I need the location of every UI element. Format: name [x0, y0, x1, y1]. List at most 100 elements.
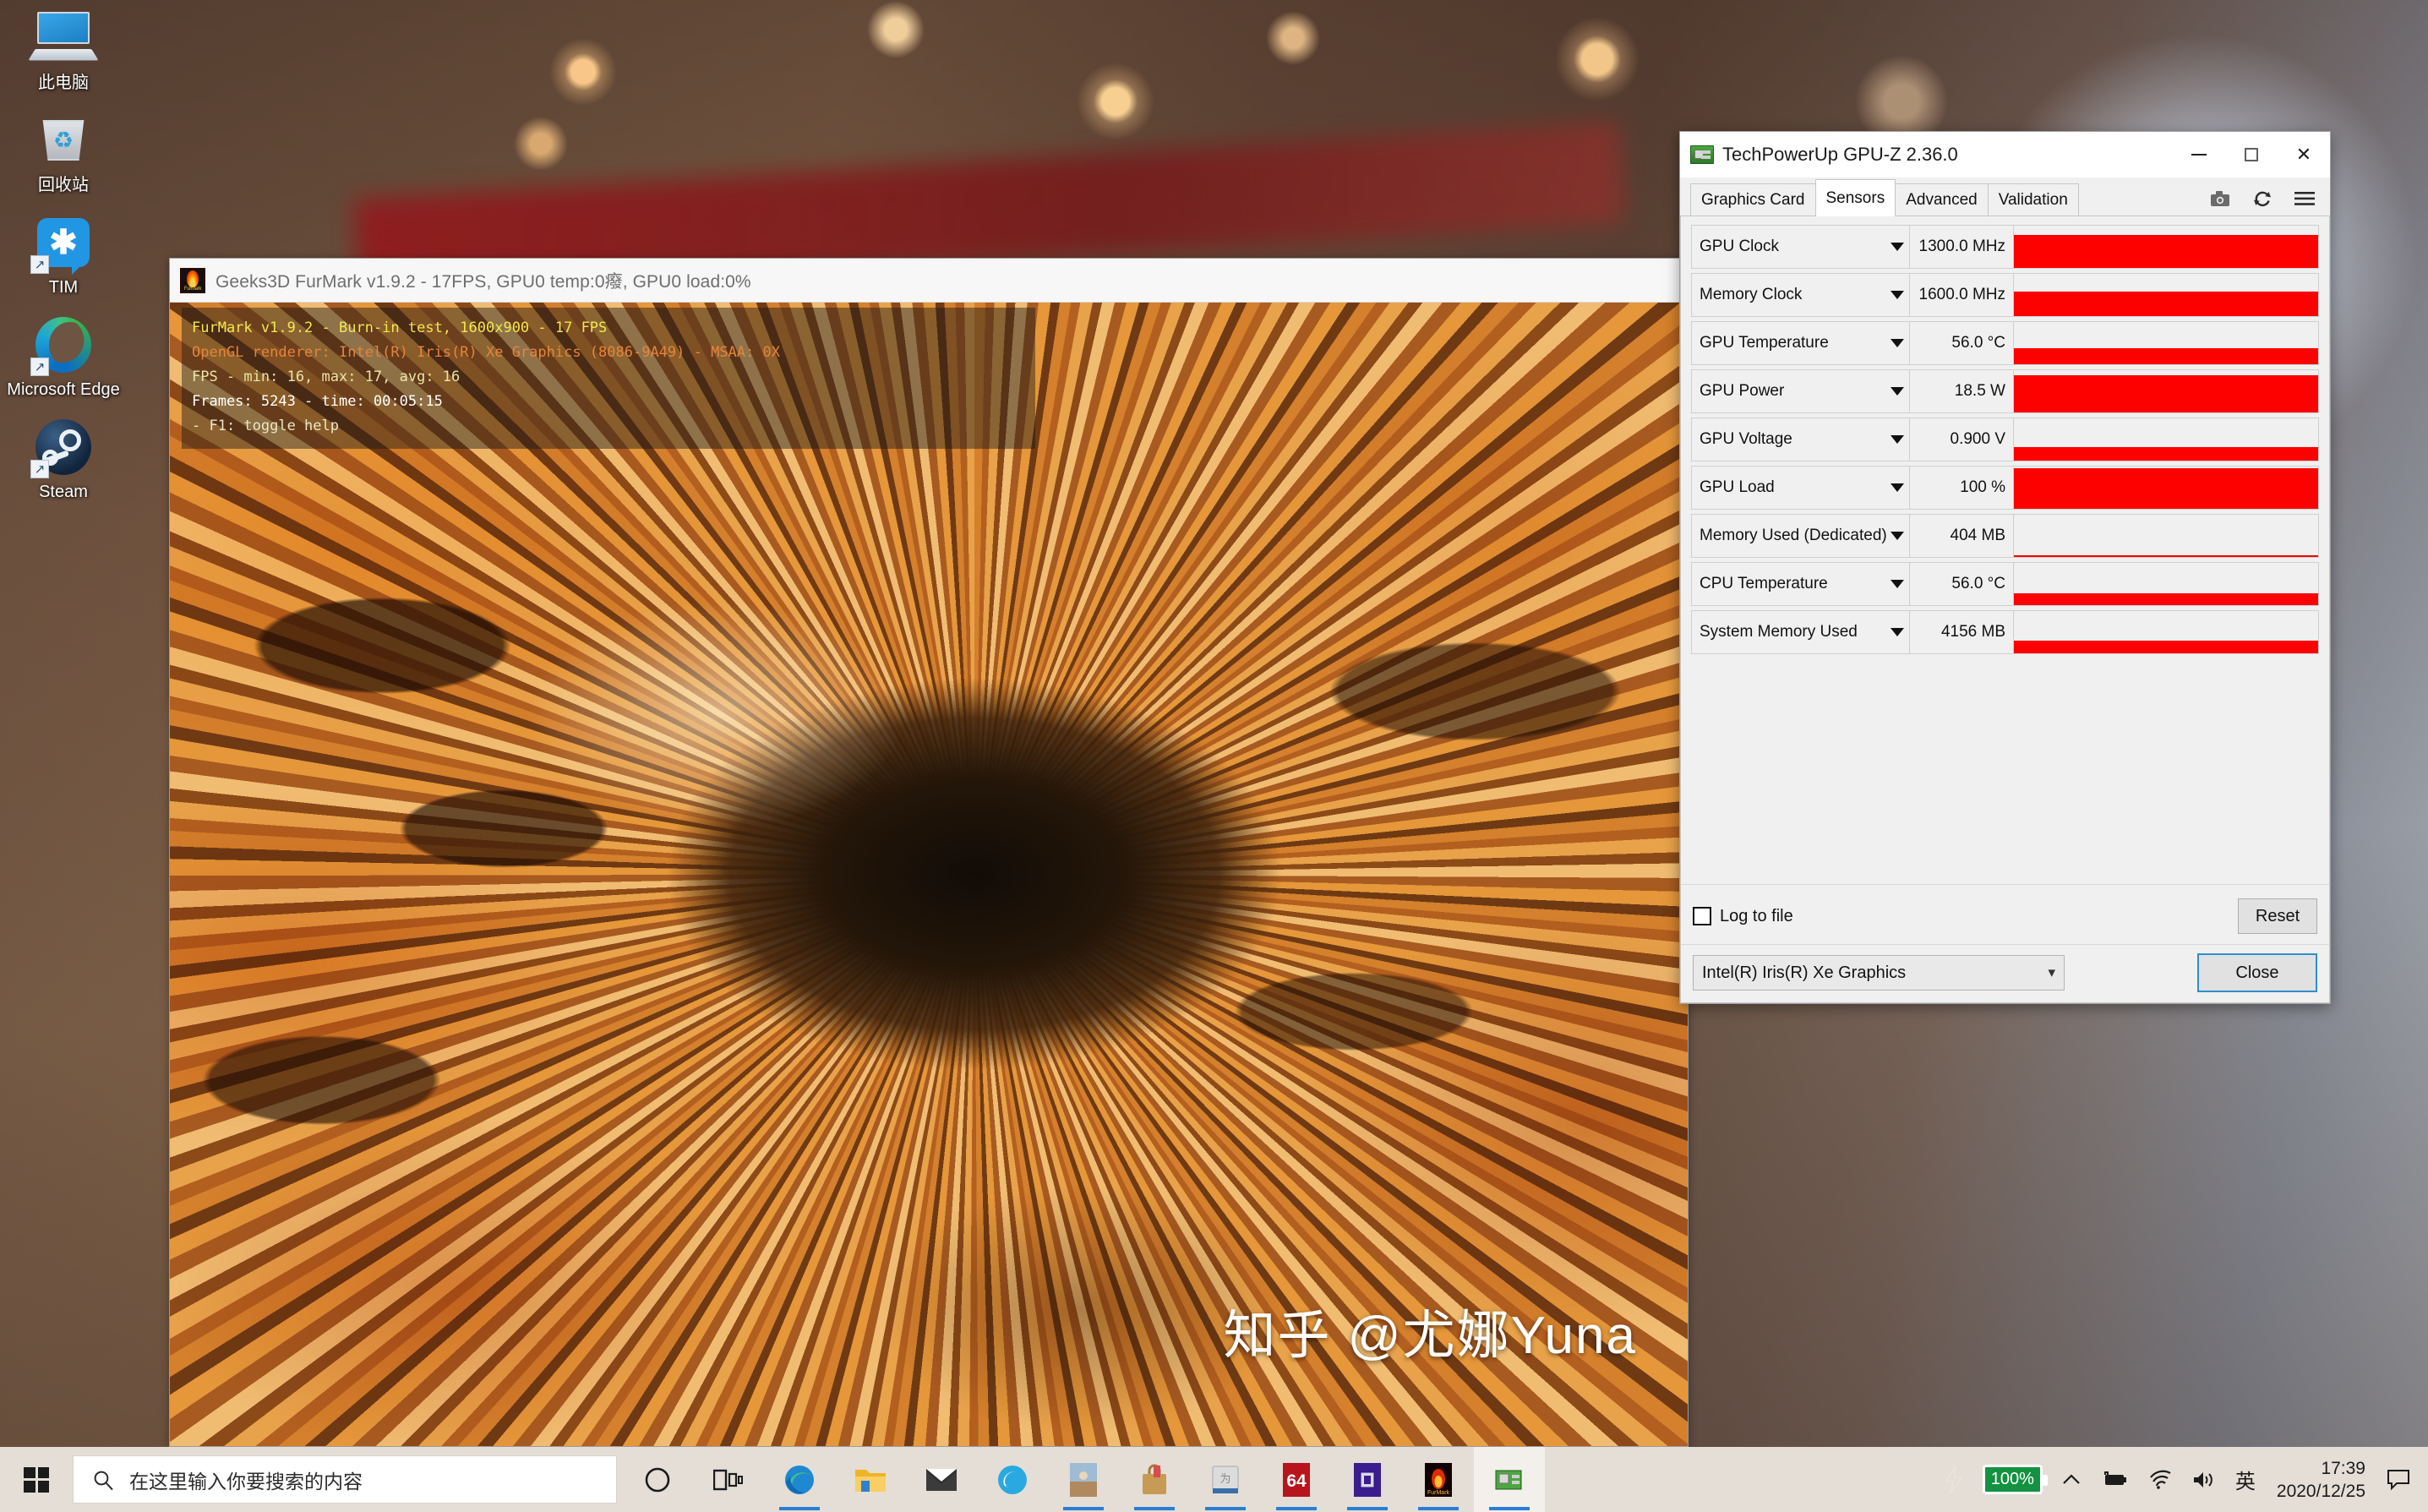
desktop-icon-microsoft-edge[interactable]: ↗ Microsoft Edge: [4, 314, 123, 401]
search-input[interactable]: 在这里输入你要搜索的内容: [73, 1455, 617, 1504]
checkbox-box[interactable]: [1693, 907, 1711, 925]
furmark-titlebar[interactable]: FurMark Geeks3D FurMark v1.9.2 - 17FPS, …: [170, 259, 1688, 303]
log-to-file-checkbox[interactable]: Log to file: [1693, 907, 1793, 926]
running-indicator: [1276, 1507, 1317, 1510]
sensor-row[interactable]: GPU Load 100 %: [1691, 466, 2319, 510]
camera-icon[interactable]: [2210, 188, 2230, 209]
sensor-graph[interactable]: [2014, 514, 2319, 558]
gpuz-toolbar: [2210, 188, 2320, 216]
sensor-row[interactable]: System Memory Used 4156 MB: [1691, 610, 2319, 654]
sensor-row[interactable]: GPU Temperature 56.0 °C: [1691, 321, 2319, 365]
taskbar-item-chip-tool[interactable]: [1332, 1447, 1403, 1512]
desktop-icon-tim[interactable]: ✱ ↗ TIM: [4, 211, 123, 298]
taskbar-item-task-view[interactable]: [693, 1447, 764, 1512]
sensor-name-dropdown[interactable]: CPU Temperature: [1691, 562, 1910, 606]
furmark-render-canvas[interactable]: FurMark v1.9.2 - Burn-in test, 1600x900 …: [170, 303, 1688, 1446]
clock[interactable]: 17:39 2020/12/25: [2265, 1457, 2377, 1503]
desktop-icon-steam[interactable]: ↗ Steam: [4, 416, 123, 503]
sensor-name: GPU Load: [1700, 478, 1775, 496]
furmark-stats-overlay: FurMark v1.9.2 - Burn-in test, 1600x900 …: [182, 308, 1035, 449]
wifi-icon[interactable]: [2138, 1470, 2182, 1490]
sensor-graph[interactable]: [2014, 418, 2319, 461]
sensor-value: 18.5 W: [1910, 369, 2014, 413]
tab-validation[interactable]: Validation: [1987, 183, 2079, 216]
furmark-overlay-line-3: FPS - min: 16, max: 17, avg: 16: [192, 368, 461, 385]
cortana-icon: [639, 1461, 676, 1498]
sensor-name-dropdown[interactable]: GPU Clock: [1691, 225, 1910, 269]
volume-icon[interactable]: [2182, 1470, 2226, 1490]
sensor-name-dropdown[interactable]: Memory Clock: [1691, 273, 1910, 317]
sensor-value: 0.900 V: [1910, 418, 2014, 461]
gpuz-app-icon: [1690, 145, 1714, 164]
taskbar-item-store-bag[interactable]: [1119, 1447, 1190, 1512]
tab-sensors[interactable]: Sensors: [1814, 179, 1896, 216]
sensor-row[interactable]: GPU Voltage 0.900 V: [1691, 418, 2319, 461]
sensor-name-dropdown[interactable]: GPU Power: [1691, 369, 1910, 413]
sensor-graph[interactable]: [2014, 610, 2319, 654]
sensor-name-dropdown[interactable]: GPU Load: [1691, 466, 1910, 510]
desktop-icon-recycle-bin[interactable]: ♻ 回收站: [4, 109, 123, 196]
sensor-row[interactable]: CPU Temperature 56.0 °C: [1691, 562, 2319, 606]
running-indicator: [1134, 1507, 1175, 1510]
taskbar-item-file-explorer[interactable]: [835, 1447, 906, 1512]
sensor-row[interactable]: GPU Power 18.5 W: [1691, 369, 2319, 413]
sensor-graph[interactable]: [2014, 225, 2319, 269]
furmark-overlay-line-2: OpenGL renderer: Intel(R) Iris(R) Xe Gra…: [192, 344, 780, 361]
refresh-icon[interactable]: [2252, 188, 2272, 209]
sensor-name-dropdown[interactable]: GPU Voltage: [1691, 418, 1910, 461]
taskbar-item-photos[interactable]: [1048, 1447, 1119, 1512]
taskbar-item-furmark[interactable]: FurMark: [1403, 1447, 1474, 1512]
sensor-name-dropdown[interactable]: GPU Temperature: [1691, 321, 1910, 365]
sensor-name: GPU Voltage: [1700, 430, 1792, 448]
close-button[interactable]: Close: [2197, 953, 2317, 992]
gpuz-titlebar[interactable]: TechPowerUp GPU-Z 2.36.0 ✕: [1680, 132, 2330, 177]
gpu-select-dropdown[interactable]: Intel(R) Iris(R) Xe Graphics ▾: [1693, 955, 2065, 991]
battery-percent-badge[interactable]: 100%: [1973, 1465, 2052, 1494]
minimize-button[interactable]: [2173, 132, 2225, 177]
taskbar-item-microsoft-edge[interactable]: [764, 1447, 835, 1512]
ime-indicator[interactable]: 英: [2226, 1465, 2265, 1494]
sensor-name-dropdown[interactable]: System Memory Used: [1691, 610, 1910, 654]
sensor-value: 1300.0 MHz: [1910, 225, 2014, 269]
notifications-icon[interactable]: [2377, 1469, 2420, 1491]
tab-graphics-card[interactable]: Graphics Card: [1690, 183, 1816, 216]
taskbar-item-cortana[interactable]: [622, 1447, 693, 1512]
taskbar-item-cpu-z[interactable]: 64: [1261, 1447, 1332, 1512]
close-window-button[interactable]: ✕: [2278, 132, 2330, 177]
sensor-row[interactable]: Memory Used (Dedicated) 404 MB: [1691, 514, 2319, 558]
show-hidden-icons-button[interactable]: [2052, 1473, 2091, 1487]
taskbar-item-gpu-z[interactable]: [1474, 1447, 1545, 1512]
gpuz-window[interactable]: TechPowerUp GPU-Z 2.36.0 ✕ Graphics Card…: [1679, 131, 2331, 1004]
tab-advanced[interactable]: Advanced: [1895, 183, 1989, 216]
taskbar-item-edge-legacy[interactable]: [977, 1447, 1048, 1512]
hamburger-menu-icon[interactable]: [2294, 188, 2315, 209]
desktop-icon-label: Microsoft Edge: [7, 380, 120, 399]
sensor-value: 100 %: [1910, 466, 2014, 510]
edge-legacy-icon: [994, 1461, 1031, 1498]
sensor-name-dropdown[interactable]: Memory Used (Dedicated): [1691, 514, 1910, 558]
desktop-icon-this-pc[interactable]: 此电脑: [4, 7, 123, 94]
battery-icon[interactable]: [2091, 1470, 2138, 1490]
sensor-graph[interactable]: [2014, 562, 2319, 606]
taskbar-item-mail[interactable]: [906, 1447, 977, 1512]
furmark-window[interactable]: FurMark Geeks3D FurMark v1.9.2 - 17FPS, …: [169, 258, 1689, 1447]
shortcut-arrow-icon: ↗: [30, 460, 49, 478]
sensor-row[interactable]: GPU Clock 1300.0 MHz: [1691, 225, 2319, 269]
reset-button[interactable]: Reset: [2238, 898, 2317, 934]
taskbar-item-disk-tool[interactable]: 为: [1190, 1447, 1261, 1512]
sensor-row[interactable]: Memory Clock 1600.0 MHz: [1691, 273, 2319, 317]
running-indicator: [1489, 1507, 1530, 1510]
sensors-list: GPU Clock 1300.0 MHz Memory Clock 1600.0…: [1680, 216, 2330, 884]
sensor-name: Memory Clock: [1700, 286, 1803, 303]
maximize-button[interactable]: [2225, 132, 2278, 177]
search-icon: [94, 1471, 113, 1490]
sensor-graph[interactable]: [2014, 273, 2319, 317]
sensor-graph-fill: [2014, 554, 2318, 557]
sensor-graph[interactable]: [2014, 369, 2319, 413]
sensor-graph[interactable]: [2014, 466, 2319, 510]
system-tray: 100% 英 17:39 2020/12/25: [1934, 1447, 2428, 1512]
sensor-name: GPU Temperature: [1700, 334, 1829, 352]
sensor-graph[interactable]: [2014, 321, 2319, 365]
start-button[interactable]: [0, 1447, 73, 1512]
sensor-name: Memory Used (Dedicated): [1700, 527, 1887, 544]
